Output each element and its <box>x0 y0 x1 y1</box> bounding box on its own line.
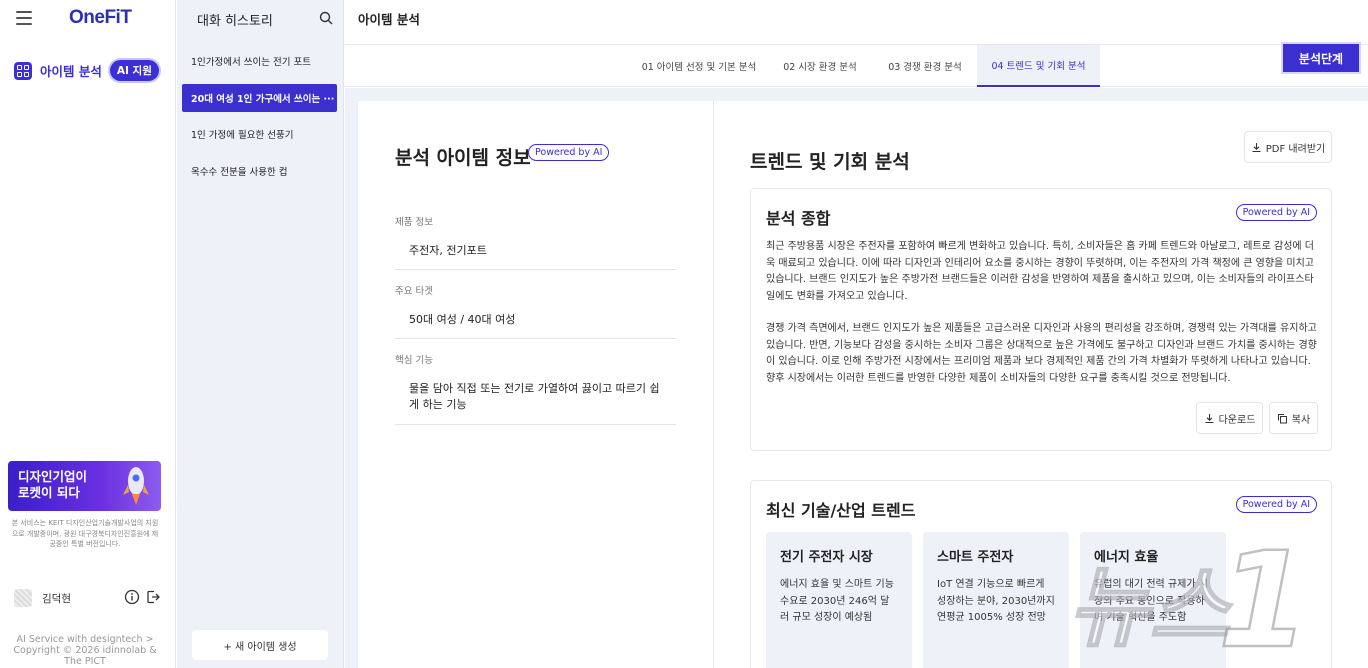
trend-card: 전기 주전자 시장 에너지 효율 및 스마트 기능 수요로 2030년 246억… <box>766 532 912 668</box>
history-item[interactable]: 옥수수 전분을 사용한 컵 <box>182 157 337 185</box>
tab-market-analysis[interactable]: 02 시장 환경 분석 <box>775 45 865 87</box>
copy-icon <box>1277 413 1287 423</box>
footer-credit-line-2: Copyright © 2026 idinnolab & <box>13 645 157 656</box>
summary-paragraph-2: 경쟁 가격 측면에서, 브랜드 인지도가 높은 제품들은 고급스러운 디자인과 … <box>766 323 1317 384</box>
logout-icon[interactable] <box>145 589 161 605</box>
trend-card-title: 에너지 효율 <box>1094 550 1159 565</box>
divider <box>395 338 676 339</box>
field-label-target: 주요 타겟 <box>395 286 433 297</box>
trend-analysis-card: 트렌드 및 기회 분석 PDF 내려받기 분석 종합 Powered by AI… <box>713 101 1368 668</box>
divider <box>395 269 676 270</box>
tab-trend-opportunity[interactable]: 04 트렌드 및 기회 분석 <box>977 45 1100 87</box>
summary-paragraph-1: 최근 주방용품 시장은 주전자를 포함하여 빠르게 변화하고 있습니다. 특히,… <box>766 241 1314 302</box>
powered-by-ai-badge: Powered by AI <box>1235 204 1317 221</box>
field-value-product: 주전자, 전기포트 <box>409 244 487 257</box>
history-item-active[interactable]: 20대 여성 1인 가구에서 쓰이는 ··· <box>182 84 337 112</box>
menu-icon[interactable] <box>16 11 32 25</box>
trend-card: 에너지 효율 유럽의 대기 전력 규제가 시장의 주요 동인으로 작용하며 기술… <box>1080 532 1226 668</box>
field-label-core-function: 핵심 기능 <box>395 355 433 366</box>
download-icon <box>1205 413 1214 423</box>
summary-section: 분석 종합 Powered by AI 최근 주방용품 시장은 주전자를 포함하… <box>750 188 1332 451</box>
onefit-logo[interactable]: OneFiT <box>69 7 132 29</box>
powered-by-ai-badge: Powered by AI <box>1235 496 1317 513</box>
copy-button[interactable]: 복사 <box>1269 402 1318 434</box>
trend-card-title: 스마트 주전자 <box>937 550 1014 565</box>
user-row: 김덕현 <box>14 588 164 608</box>
step-tabs: 01 아이템 선정 및 기본 분석 02 시장 환경 분석 03 경쟁 환경 분… <box>345 44 1368 87</box>
pdf-download-label: PDF 내려받기 <box>1265 143 1326 155</box>
download-button[interactable]: 다운로드 <box>1196 402 1263 434</box>
history-item[interactable]: 1인가정에서 쓰이는 전기 포트 <box>182 47 337 75</box>
item-info-title: 분석 아이템 정보 <box>395 147 531 169</box>
footer-credit: AI Service with designtech > Copyright ©… <box>10 634 160 667</box>
field-value-target: 50대 여성 / 40대 여성 <box>409 313 516 326</box>
trend-card-title: 전기 주전자 시장 <box>780 550 873 565</box>
footer-credit-line-3: The PICT <box>64 656 106 667</box>
info-icon[interactable] <box>124 589 140 605</box>
search-icon[interactable] <box>319 11 333 25</box>
history-item[interactable]: 1인 가정에 필요한 선풍기 <box>182 120 337 148</box>
new-item-button[interactable]: + 새 아이템 생성 <box>192 630 328 660</box>
user-name: 김덕현 <box>42 592 71 605</box>
powered-by-ai-badge: Powered by AI <box>528 144 610 161</box>
top-header: 아이템 분석 <box>345 0 1368 45</box>
main-content: 분석 아이템 정보 Powered by AI 제품 정보 주전자, 전기포트 … <box>345 88 1368 668</box>
grid-icon <box>14 61 32 80</box>
field-label-product: 제품 정보 <box>395 217 433 228</box>
copy-label: 복사 <box>1291 414 1311 426</box>
analysis-stage-button[interactable]: 분석단계 <box>1283 44 1359 72</box>
promo-banner[interactable]: 디자인기업이 로켓이 되다 <box>8 461 161 511</box>
history-panel: 대화 히스토리 1인가정에서 쓰이는 전기 포트 20대 여성 1인 가구에서 … <box>177 0 344 668</box>
ai-support-badge: AI 지원 <box>109 60 159 81</box>
pdf-download-button[interactable]: PDF 내려받기 <box>1244 131 1332 163</box>
rocket-icon <box>123 467 149 505</box>
summary-title: 분석 종합 <box>766 209 831 228</box>
page-title: 아이템 분석 <box>358 12 420 27</box>
service-disclaimer: 본 서비스는 KEIT 디자인산업기술개발사업의 지원으로 개발중이며, 광원 … <box>11 519 159 548</box>
banner-line-1: 디자인기업이 <box>18 469 88 484</box>
banner-line-2: 로켓이 되다 <box>18 485 80 500</box>
tech-trend-title: 최신 기술/산업 트렌드 <box>766 501 916 520</box>
trend-title: 트렌드 및 기회 분석 <box>750 151 910 173</box>
trend-card: 스마트 주전자 IoT 연결 기능으로 빠르게 성장하는 분야, 2030년까지… <box>923 532 1069 668</box>
item-info-card: 분석 아이템 정보 Powered by AI 제품 정보 주전자, 전기포트 … <box>358 101 713 668</box>
avatar[interactable] <box>14 589 32 607</box>
download-icon <box>1252 142 1261 152</box>
trend-card-desc: 유럽의 대기 전력 규제가 시장의 주요 동인으로 작용하며 기술 혁신을 주도… <box>1094 579 1208 623</box>
download-label: 다운로드 <box>1218 414 1256 426</box>
nav-item-item-analysis[interactable]: 아이템 분석 AI 지원 <box>14 60 159 81</box>
nav-item-label: 아이템 분석 <box>40 64 102 79</box>
summary-text: 최근 주방용품 시장은 주전자를 포함하여 빠르게 변화하고 있습니다. 특히,… <box>766 239 1320 403</box>
field-value-core-function: 물을 담아 직접 또는 전기로 가열하여 끓이고 따르기 쉽게 하는 기능 <box>409 382 660 411</box>
tab-competition-analysis[interactable]: 03 경쟁 환경 분석 <box>878 45 972 87</box>
tab-item-selection[interactable]: 01 아이템 선정 및 기본 분석 <box>632 45 766 87</box>
sidebar: OneFiT 아이템 분석 AI 지원 디자인기업이 로켓이 되다 본 서비스는… <box>0 0 176 668</box>
footer-credit-line-1[interactable]: AI Service with designtech > <box>10 634 160 645</box>
history-title: 대화 히스토리 <box>197 14 273 29</box>
trend-card-desc: IoT 연결 기능으로 빠르게 성장하는 분야, 2030년까지 연평균 100… <box>937 579 1055 623</box>
trend-card-desc: 에너지 효율 및 스마트 기능 수요로 2030년 246억 달러 규모 성장이… <box>780 579 894 623</box>
tech-trend-section: 최신 기술/산업 트렌드 Powered by AI 전기 주전자 시장 에너지… <box>750 480 1332 668</box>
divider <box>395 424 676 425</box>
banner-text: 디자인기업이 로켓이 되다 <box>18 469 87 501</box>
